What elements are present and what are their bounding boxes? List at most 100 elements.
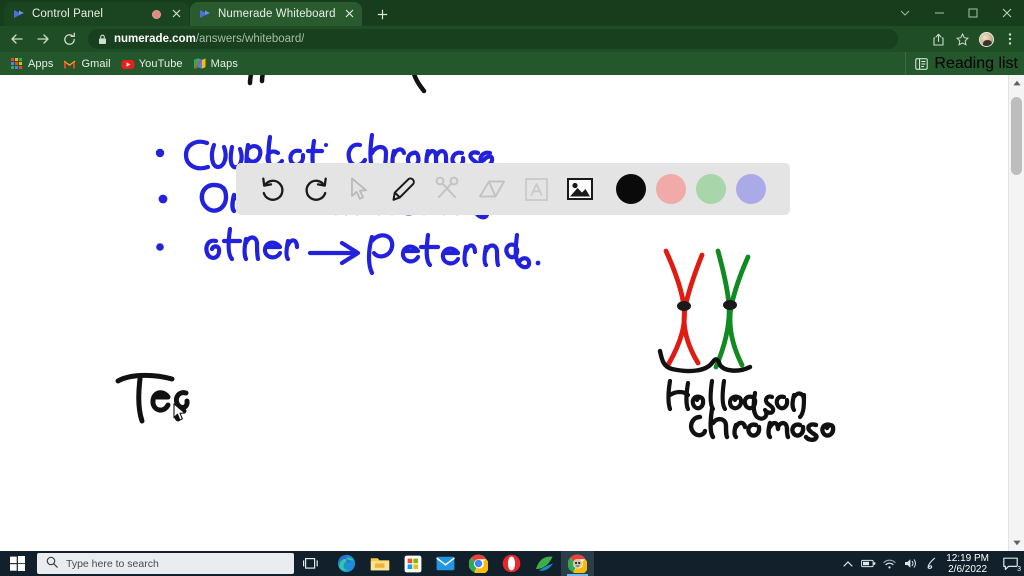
taskbar-app-opera[interactable] [495, 551, 528, 576]
bookmark-label: Gmail [81, 57, 111, 70]
three-dot-menu-icon[interactable] [998, 26, 1022, 52]
browser-window: Control Panel Numerade Whiteboard numera… [0, 0, 1024, 576]
taskbar-app-microsoft-store[interactable] [396, 551, 429, 576]
maximize-icon[interactable] [956, 0, 990, 26]
redo-button[interactable] [294, 163, 338, 215]
ink-label-chromosomes [688, 406, 836, 442]
ink-line-3 [204, 226, 541, 276]
mouse-cursor-icon [173, 403, 186, 422]
navigation-bar: numerade.com/answers/whiteboard/ [0, 26, 1024, 52]
bookmark-gmail[interactable]: Gmail [63, 57, 111, 70]
lock-icon [98, 34, 107, 45]
avatar[interactable] [974, 26, 998, 52]
ink-bullets [155, 148, 168, 251]
cursor-arrow-icon [349, 177, 371, 202]
ink-centromere-green [723, 300, 737, 310]
color-swatch-black[interactable] [616, 174, 646, 204]
tab-close-icon[interactable] [169, 7, 183, 21]
bookmark-label: Maps [210, 57, 238, 70]
select-tool-button[interactable] [338, 163, 382, 215]
tab-close-icon[interactable] [342, 7, 356, 21]
whiteboard-toolbar [236, 163, 790, 215]
tab-search-chevron-icon[interactable] [888, 0, 922, 26]
windows-taskbar: Type here to search 12:19 PM 2/6/2022 3 [0, 551, 1024, 576]
share-icon[interactable] [926, 26, 950, 52]
page-viewport: || www.numerade.com is sharing your scre… [0, 75, 1024, 551]
volume-icon[interactable] [900, 551, 921, 576]
search-icon [46, 555, 58, 573]
color-swatch-purple[interactable] [736, 174, 766, 204]
battery-icon[interactable] [858, 551, 879, 576]
numerade-logo-icon [198, 8, 211, 21]
eraser-tool-button[interactable] [470, 163, 514, 215]
reading-list-button[interactable]: Reading list [905, 52, 1018, 75]
taskbar-app-chrome-window[interactable] [561, 551, 594, 576]
notification-count-badge: 3 [1017, 566, 1021, 573]
close-icon[interactable] [990, 0, 1024, 26]
taskbar-clock[interactable]: 12:19 PM 2/6/2022 [946, 553, 989, 575]
windows-start-icon[interactable] [0, 551, 35, 576]
url-text: numerade.com/answers/whiteboard/ [114, 33, 304, 45]
taskbar-app-file-explorer[interactable] [363, 551, 396, 576]
color-swatch-pink[interactable] [656, 174, 686, 204]
url-path: /answers/whiteboard/ [195, 33, 305, 45]
address-bar[interactable]: numerade.com/answers/whiteboard/ [88, 29, 898, 49]
taskbar-app-edge[interactable] [330, 551, 363, 576]
undo-button[interactable] [250, 163, 294, 215]
gmail-icon [63, 57, 76, 70]
text-tool-button[interactable] [514, 163, 558, 215]
reload-icon[interactable] [56, 26, 82, 52]
taskbar-app-mail[interactable] [429, 551, 462, 576]
notifications-icon[interactable]: 3 [996, 551, 1024, 576]
bookmark-label: Apps [28, 57, 54, 70]
redo-icon [303, 176, 330, 203]
task-view-icon[interactable] [294, 551, 326, 576]
bookmark-apps[interactable]: Apps [10, 57, 53, 70]
bookmarks-bar: Apps Gmail YouTube Maps Reading list [0, 52, 1024, 75]
window-controls [888, 0, 1024, 26]
scrollbar-thumb[interactable] [1011, 97, 1022, 175]
pencil-icon [391, 176, 418, 203]
cut-tool-button[interactable] [426, 163, 470, 215]
search-input[interactable]: Type here to search [37, 553, 294, 574]
image-icon [567, 178, 593, 200]
eraser-icon [478, 179, 506, 199]
reading-list-label: Reading list [934, 54, 1018, 72]
tab-title: Numerade Whiteboard [218, 8, 336, 20]
text-a-icon [524, 177, 548, 201]
new-tab-button[interactable] [372, 5, 392, 25]
bookmark-youtube[interactable]: YouTube [121, 57, 183, 70]
vertical-scrollbar[interactable] [1008, 75, 1024, 551]
taskbar-apps [330, 551, 594, 576]
forward-arrow-icon[interactable] [30, 26, 56, 52]
minimize-icon[interactable] [922, 0, 956, 26]
pen-tool-button[interactable] [382, 163, 426, 215]
url-host: numerade.com [114, 33, 196, 45]
bookmark-maps[interactable]: Maps [193, 57, 238, 70]
ink-chromosome-red [663, 248, 705, 368]
reading-list-icon [915, 57, 929, 70]
image-tool-button[interactable] [558, 163, 602, 215]
apps-grid-icon [10, 57, 23, 70]
taskbar-app-chrome[interactable] [462, 551, 495, 576]
tab-recording-indicator-icon [152, 9, 161, 19]
scroll-down-arrow-icon[interactable] [1009, 535, 1024, 551]
tab-numerade-whiteboard[interactable]: Numerade Whiteboard [190, 2, 362, 26]
bookmark-label: YouTube [138, 57, 183, 70]
ink-label-homologous [666, 378, 807, 421]
browser-toolbar-actions [926, 26, 1022, 52]
clock-date: 2/6/2022 [948, 563, 988, 575]
bookmark-star-icon[interactable] [950, 26, 974, 52]
wifi-icon[interactable] [879, 551, 900, 576]
show-hidden-icons-chevron[interactable] [837, 551, 858, 576]
system-tray: 12:19 PM 2/6/2022 3 [837, 551, 1024, 576]
taskbar-app-media[interactable] [528, 551, 561, 576]
tab-control-panel[interactable]: Control Panel [4, 2, 189, 26]
youtube-icon [121, 57, 135, 70]
whiteboard-canvas[interactable] [0, 75, 1008, 551]
color-swatch-green[interactable] [696, 174, 726, 204]
scroll-up-arrow-icon[interactable] [1009, 75, 1024, 91]
back-arrow-icon[interactable] [4, 26, 30, 52]
pen-icon[interactable] [921, 551, 942, 576]
maps-icon [193, 57, 206, 70]
